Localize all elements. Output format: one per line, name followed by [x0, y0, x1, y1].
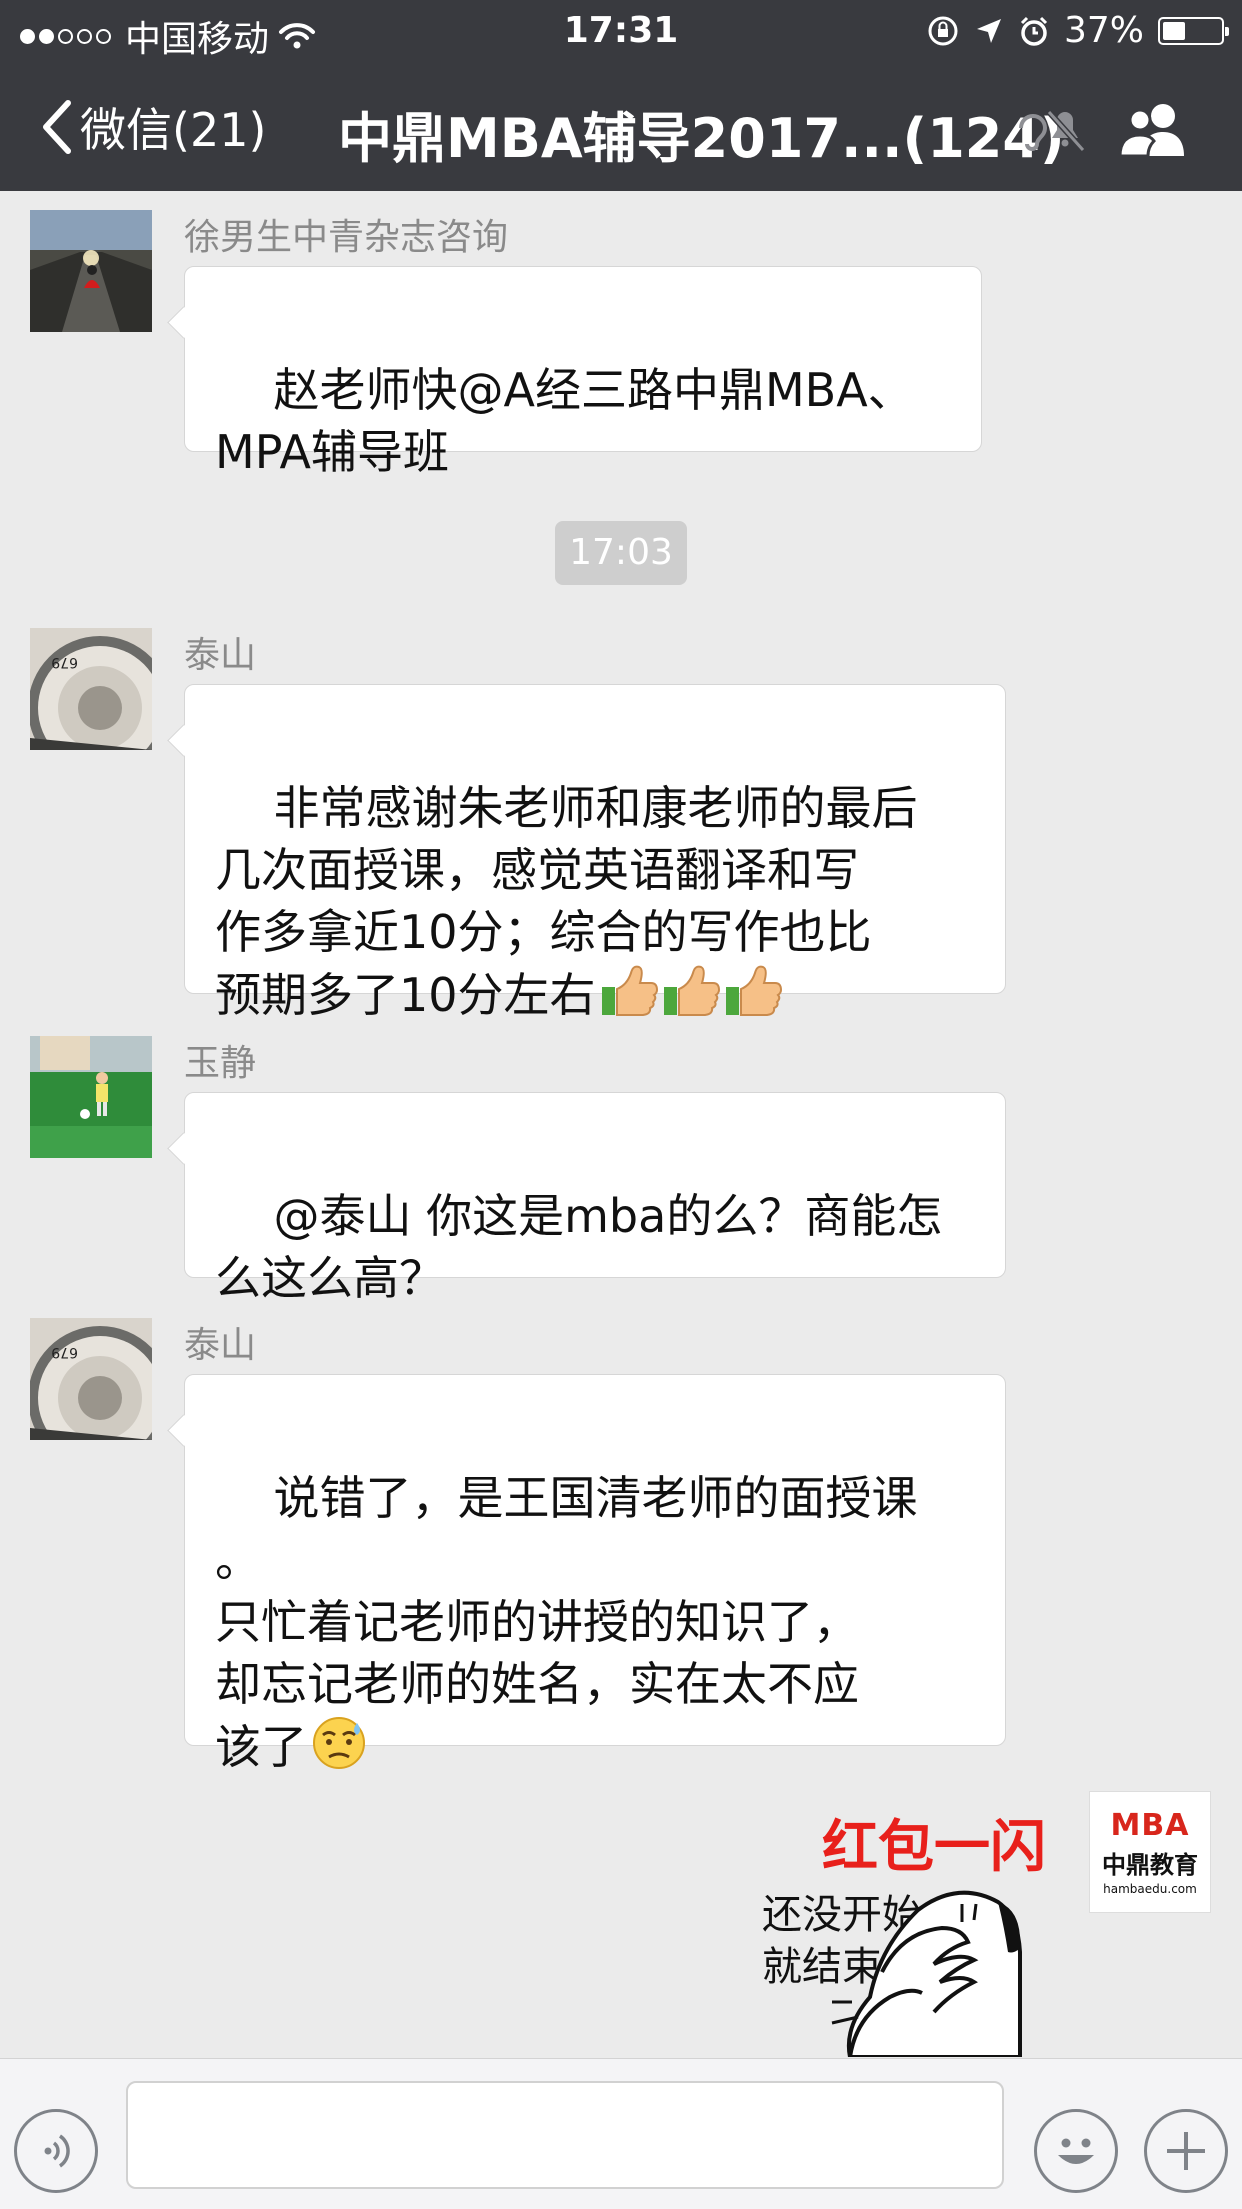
header: 中国移动 17:31 37% 微信(21) 中鼎MBA辅导2017...(124… — [0, 0, 1242, 191]
sender-name: 泰山 — [184, 1325, 257, 1366]
thumbs-up-icon — [600, 963, 658, 1034]
sender-name: 泰山 — [184, 635, 257, 676]
svg-text:679: 679 — [51, 654, 78, 670]
avatar[interactable]: 679 — [30, 628, 152, 750]
sender-name: 玉静 — [184, 1043, 257, 1084]
svg-text:679: 679 — [51, 1344, 78, 1360]
sender-name: 徐男生中青杂志咨询 — [184, 217, 509, 258]
thumbs-up-icon — [724, 963, 782, 1034]
message-text: 赵老师快@A经三路中鼎MBA、 MPA辅导班 — [215, 363, 914, 479]
battery-percent: 37% — [1063, 10, 1144, 51]
voice-button[interactable] — [14, 2109, 98, 2193]
mute-icon — [1019, 109, 1086, 153]
status-right: 37% — [926, 10, 1229, 51]
avatar[interactable] — [30, 210, 152, 332]
message-text: @泰山 你这是mba的么？商能怎 么这么高？ — [215, 1189, 943, 1305]
plus-icon — [1167, 2132, 1205, 2170]
navigation-bar: 微信(21) 中鼎MBA辅导2017...(124) — [0, 64, 1242, 191]
facepalm-meme-icon — [831, 1890, 1022, 2057]
voice-icon — [44, 2134, 70, 2168]
thumbs-up-icon — [662, 963, 720, 1034]
sticker-message[interactable]: 红包一闪 还没开始 就结束了 — [762, 1802, 1062, 2057]
avatar[interactable] — [30, 1036, 152, 1158]
orientation-lock-icon — [928, 16, 958, 45]
message-text: 非常感谢朱老师和康老师的最后 几次面授课，感觉英语翻译和写 作多拿近10分；综合… — [215, 781, 918, 1022]
my-avatar[interactable]: MBA 中鼎教育 hambaedu.com — [1089, 1791, 1211, 1913]
message-bubble[interactable]: @泰山 你这是mba的么？商能怎 么这么高？ — [184, 1092, 1006, 1305]
message-input[interactable] — [126, 2081, 1004, 2189]
mba-url: hambaedu.com — [1103, 1882, 1197, 1896]
emoji-button[interactable] — [1034, 2109, 1118, 2193]
message-bubble[interactable]: 赵老师快@A经三路中鼎MBA、 MPA辅导班 — [184, 266, 982, 479]
chat-title: 中鼎MBA辅导2017...(124) — [338, 107, 1065, 170]
avatar[interactable]: 679 — [30, 1318, 152, 1440]
mba-brand-name: 中鼎教育 — [1102, 1851, 1198, 1879]
input-bar — [0, 2058, 1242, 2209]
message-bubble[interactable]: 非常感谢朱老师和康老师的最后 几次面授课，感觉英语翻译和写 作多拿近10分；综合… — [184, 684, 1006, 1022]
mba-logo: MBA — [1110, 1808, 1190, 1843]
location-icon — [976, 18, 1001, 43]
alarm-icon — [1020, 16, 1048, 46]
back-button[interactable]: 微信(21) — [40, 92, 266, 162]
message-bubble[interactable]: 说错了，是王国清老师的面授课 。 只忙着记老师的讲授的知识了， 却忘记老师的姓名… — [184, 1374, 1006, 1774]
chevron-left-icon — [43, 100, 71, 154]
emoji-icon — [1058, 2138, 1094, 2164]
battery-icon — [1158, 16, 1229, 45]
sweat-emoji-icon — [311, 1715, 367, 1786]
timestamp: 17:03 — [555, 521, 687, 585]
back-label: 微信(21) — [80, 103, 267, 157]
group-members-icon[interactable] — [1118, 100, 1192, 160]
status-bar: 中国移动 17:31 37% — [0, 0, 1242, 64]
more-button[interactable] — [1144, 2109, 1228, 2193]
